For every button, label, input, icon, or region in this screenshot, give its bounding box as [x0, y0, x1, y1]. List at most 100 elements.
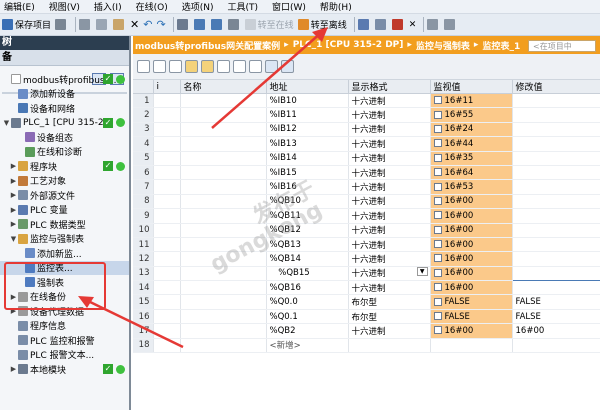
print-icon[interactable]: [55, 17, 68, 33]
menu-item[interactable]: 窗口(W): [272, 0, 306, 13]
table-row[interactable]: 16 %Q0.1 布尔型 FALSE FALSE: [133, 309, 600, 325]
tree-item[interactable]: 添加新设备: [0, 87, 129, 102]
enable-peripheral-icon[interactable]: [233, 60, 246, 73]
go-offline-button[interactable]: 转至离线: [297, 17, 347, 33]
table-cell[interactable]: [512, 107, 600, 123]
table-cell[interactable]: [512, 237, 600, 253]
dropdown-arrow-icon[interactable]: ▼: [416, 267, 428, 277]
devices-tab[interactable]: 备: [0, 50, 129, 66]
column-header[interactable]: 显示格式: [348, 80, 431, 94]
table-cell[interactable]: [511, 265, 600, 282]
upload-icon[interactable]: [210, 17, 224, 33]
table-row[interactable]: 13 ▪%QB15十六进制 ▼ 16#00: [133, 265, 600, 282]
breadcrumb-item[interactable]: 监控表_1: [482, 39, 520, 52]
table-cell[interactable]: [512, 338, 600, 354]
cross-reference-icon[interactable]: [374, 17, 388, 33]
tree-item[interactable]: ▶ PLC 变量: [0, 203, 129, 218]
column-header[interactable]: [133, 80, 154, 94]
menu-item[interactable]: 工具(T): [227, 0, 258, 13]
table-row[interactable]: 18 <新增>: [133, 338, 600, 354]
column-header[interactable]: 地址: [266, 80, 349, 94]
expand-arrow-icon[interactable]: ▶: [9, 365, 18, 373]
table-row[interactable]: 1 %IB10 十六进制 16#11: [133, 93, 600, 109]
force-icon[interactable]: [185, 60, 198, 73]
expand-arrow-icon[interactable]: ▼: [2, 119, 11, 127]
tree-item[interactable]: PLC 监控和报警: [0, 333, 129, 348]
menu-item[interactable]: 编辑(E): [4, 0, 35, 13]
tree-item[interactable]: 设备组态: [0, 130, 129, 145]
table-row[interactable]: 5 %IB14 十六进制 16#35: [133, 151, 600, 166]
table-cell[interactable]: [512, 165, 600, 181]
column-header[interactable]: 监视值: [430, 80, 513, 94]
monitor-all-icon[interactable]: [265, 60, 278, 73]
column-header[interactable]: 名称: [180, 80, 267, 94]
cut-icon[interactable]: [79, 17, 92, 33]
table-row[interactable]: 7 %IB16 十六进制 16#53: [133, 179, 600, 195]
table-row[interactable]: 17 %QB2 十六进制 16#00 16#00: [133, 323, 600, 339]
tree-item[interactable]: 设备和网络: [0, 101, 129, 116]
table-cell[interactable]: [512, 179, 600, 195]
table-cell[interactable]: [512, 122, 600, 138]
glasses-icon[interactable]: [281, 60, 294, 73]
table-cell[interactable]: FALSE: [512, 309, 600, 325]
undo-icon[interactable]: ↶: [143, 17, 152, 33]
column-header[interactable]: i: [153, 80, 181, 94]
table-cell[interactable]: [512, 194, 600, 210]
tree-item[interactable]: modbus转profibus网... ✓: [0, 72, 129, 87]
expand-arrow-icon[interactable]: ▶: [9, 220, 18, 228]
close-icon[interactable]: ✕: [409, 17, 417, 33]
table-row[interactable]: 2 %IB11 十六进制 16#55: [133, 107, 600, 123]
insert-row-icon[interactable]: [137, 60, 150, 73]
tree-item[interactable]: ▼ PLC_1 [CPU 315-2... ✓: [0, 116, 129, 131]
split-editor-icon[interactable]: [391, 17, 405, 33]
copy-icon[interactable]: [96, 17, 109, 33]
window-layout-icon[interactable]: [427, 17, 440, 33]
table-row[interactable]: 9 %QB11 十六进制 16#00: [133, 208, 600, 224]
save-project-button[interactable]: 保存项目: [2, 17, 51, 33]
menu-item[interactable]: 在线(O): [136, 0, 168, 13]
download-icon[interactable]: [193, 17, 207, 33]
monitor-once-icon[interactable]: [201, 60, 214, 73]
add-row-icon[interactable]: [153, 60, 166, 73]
table-cell[interactable]: [512, 251, 600, 267]
expand-arrow-icon[interactable]: ▶: [9, 191, 18, 199]
expand-arrow-icon[interactable]: ▶: [9, 206, 18, 214]
column-header[interactable]: 修改值: [512, 80, 600, 94]
simulate-icon[interactable]: [227, 17, 241, 33]
tree-item[interactable]: ▶ PLC 数据类型: [0, 217, 129, 232]
menu-item[interactable]: 插入(I): [94, 0, 122, 13]
delete-icon[interactable]: ✕: [130, 17, 139, 33]
expand-arrow-icon[interactable]: ▶: [9, 162, 18, 170]
table-row[interactable]: 3 %IB12 十六进制 16#24: [133, 122, 600, 138]
table-cell[interactable]: [512, 208, 600, 224]
redo-icon[interactable]: ↷: [156, 17, 165, 33]
table-row[interactable]: 10 %QB12 十六进制 16#00: [133, 223, 600, 238]
breadcrumb-item[interactable]: modbus转profibus网关配置案例: [135, 39, 280, 52]
tree-item[interactable]: 在线和诊断: [0, 145, 129, 160]
breadcrumb-item[interactable]: 监控与强制表: [416, 39, 470, 52]
search-input[interactable]: <在项目中: [528, 40, 596, 52]
menu-item[interactable]: 帮助(H): [320, 0, 352, 13]
breadcrumb-item[interactable]: PLC_1 [CPU 315-2 DP]: [293, 40, 404, 50]
tree-item[interactable]: 程序信息: [0, 319, 129, 334]
compile-icon[interactable]: [176, 17, 190, 33]
modify-value-icon[interactable]: [169, 60, 182, 73]
table-cell[interactable]: FALSE: [512, 294, 600, 310]
tree-item[interactable]: ▶ 本地模块 ✓: [0, 362, 129, 377]
tree-item[interactable]: ▶ 工艺对象: [0, 174, 129, 189]
window-tile-icon[interactable]: [444, 17, 457, 33]
menu-item[interactable]: 视图(V): [49, 0, 80, 13]
table-cell[interactable]: [512, 223, 600, 238]
table-cell[interactable]: [512, 280, 600, 296]
expand-arrow-icon[interactable]: ▼: [9, 235, 18, 243]
table-cell[interactable]: [512, 151, 600, 166]
table-cell[interactable]: 16#00: [512, 323, 600, 339]
table-cell[interactable]: [512, 136, 600, 152]
tree-item[interactable]: PLC 报警文本...: [0, 348, 129, 363]
go-online-button[interactable]: 转至在线: [244, 17, 294, 33]
table-row[interactable]: 11 %QB13 十六进制 16#00: [133, 237, 600, 253]
menu-item[interactable]: 选项(N): [182, 0, 214, 13]
table-cell[interactable]: [512, 93, 600, 109]
accessible-devices-icon[interactable]: [357, 17, 371, 33]
paste-icon[interactable]: [113, 17, 126, 33]
